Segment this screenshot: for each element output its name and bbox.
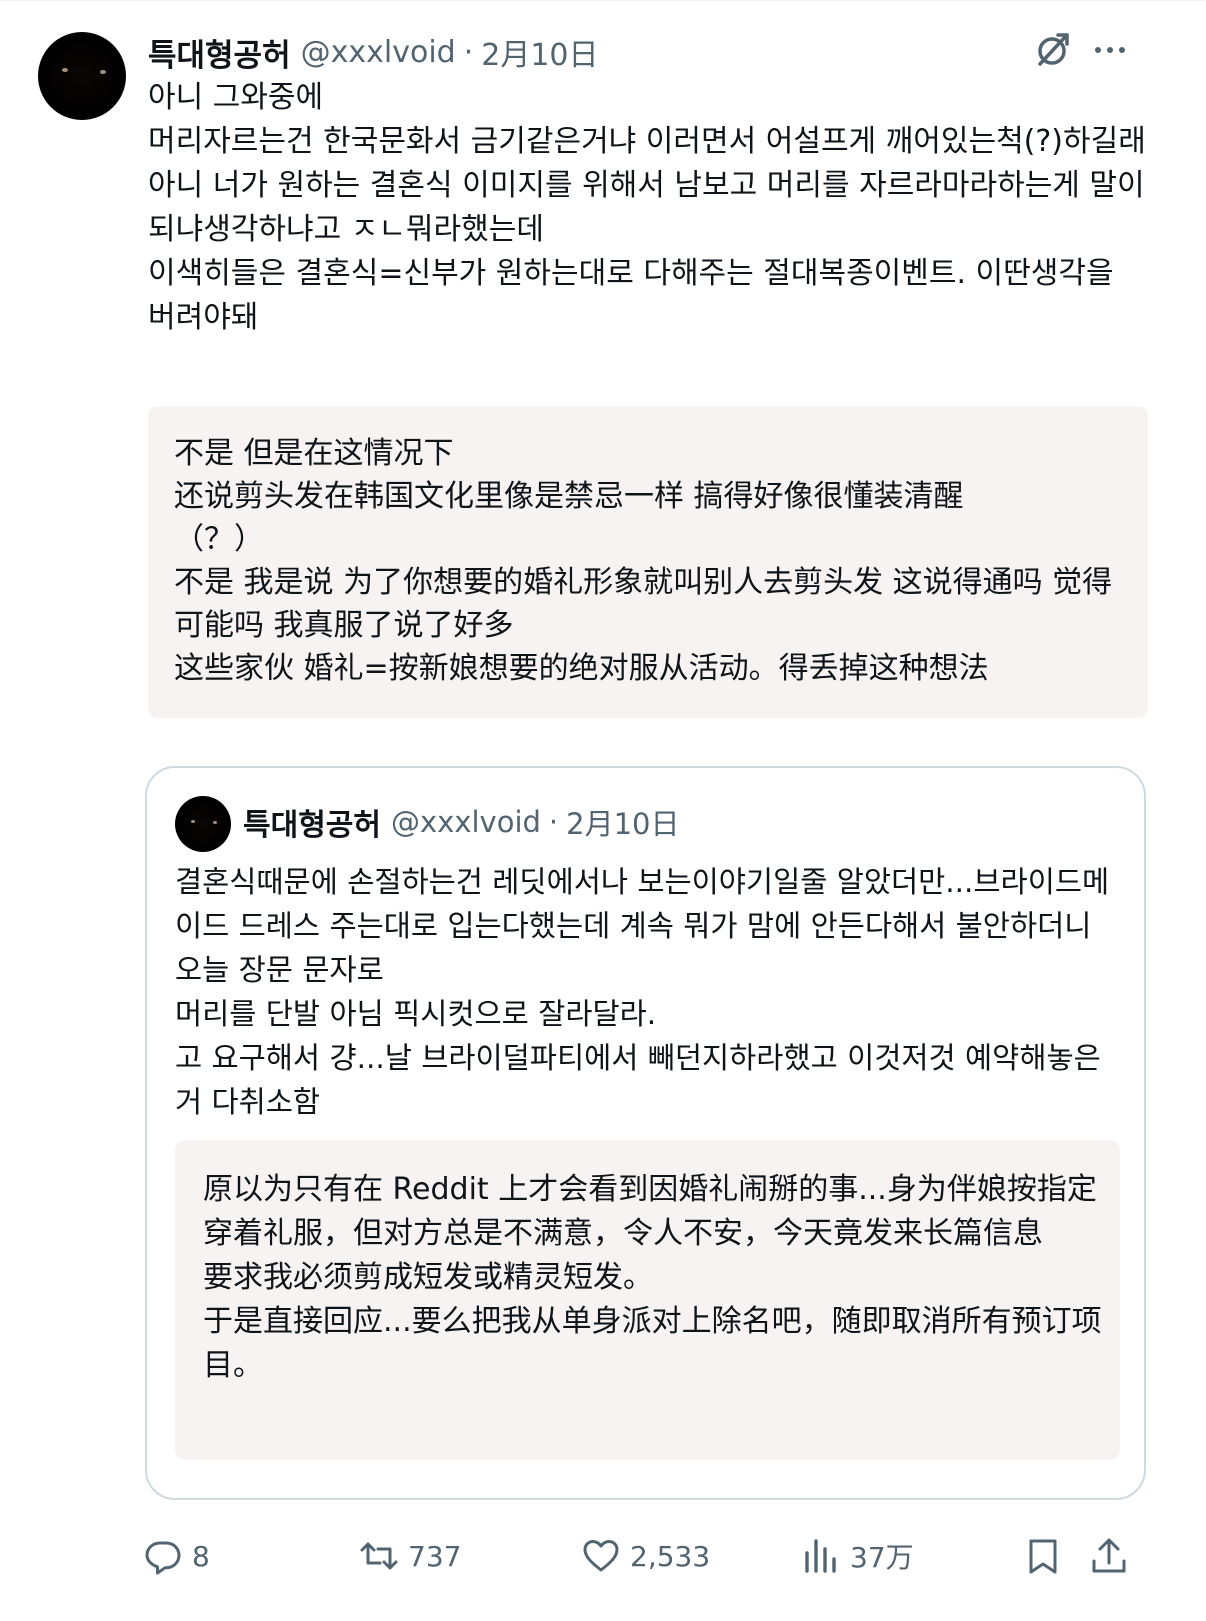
share-button[interactable] [1090,1534,1128,1578]
quoted-text: 결혼식때문에 손절하는건 레딧에서나 보는이야기일줄 알았더만...브라이드메이… [175,865,1110,1119]
author-name[interactable]: 특대형공허 [148,30,291,75]
avatar-eye [191,820,195,823]
like-icon [583,1540,619,1572]
action-bar: 8 737 2,533 37万 [0,1520,1206,1590]
author-handle[interactable]: @xxxlvoid [301,35,456,70]
quoted-translation-text: 原以为只有在 Reddit 上才会看到因婚礼闹掰的事...身为伴娘按指定穿着礼服… [203,1172,1102,1383]
views-count: 37万 [850,1541,914,1574]
views-icon [805,1539,836,1573]
share-icon [1092,1538,1126,1573]
retweet-count: 737 [408,1539,462,1573]
divider [0,0,1206,1]
avatar-eye [100,70,106,74]
quoted-tweet[interactable]: 특대형공허 @xxxlvoid · 2月10日 결혼식때문에 손절하는건 레딧에… [145,766,1146,1500]
reply-button[interactable]: 8 [144,1534,210,1578]
grok-icon[interactable] [1032,30,1072,70]
quoted-author-name[interactable]: 특대형공허 [243,800,381,844]
views-button[interactable]: 37万 [802,1534,914,1578]
quoted-translation-box: 原以为只有在 Reddit 上才会看到因婚礼闹掰的事...身为伴娘按指定穿着礼服… [175,1140,1120,1460]
quoted-handle[interactable]: @xxxlvoid [391,805,541,839]
separator-dot: · [463,34,474,70]
like-button[interactable]: 2,533 [582,1534,710,1578]
tweet[interactable]: 특대형공허 @xxxlvoid · 2月10日 아니 그와중에 머리자르는건 한… [0,0,1206,1621]
tweet-date[interactable]: 2月10日 [481,30,598,74]
translation-text: 不是 但是在这情况下 还说剪头发在韩国文化里像是禁忌一样 搞得好像很懂装清醒 （… [174,436,1113,686]
avatar-eye [213,821,217,824]
avatar[interactable] [38,32,126,120]
reply-count: 8 [192,1539,210,1573]
bookmark-icon [1029,1539,1057,1574]
quoted-date[interactable]: 2月10日 [566,801,679,843]
retweet-icon [360,1542,398,1570]
more-icon[interactable] [1092,32,1128,68]
quoted-header: 특대형공허 @xxxlvoid · 2月10日 [243,800,680,844]
separator-dot: · [548,805,559,839]
like-count: 2,533 [630,1539,711,1573]
quoted-avatar[interactable] [175,796,231,852]
tweet-header: 특대형공허 @xxxlvoid · 2月10日 [148,30,599,74]
avatar-eye [62,68,68,72]
bookmark-button[interactable] [1024,1534,1062,1578]
retweet-button[interactable]: 737 [360,1534,461,1578]
reply-icon [145,1541,181,1575]
translation-box: 不是 但是在这情况下 还说剪头发在韩国文化里像是禁忌一样 搞得好像很懂装清醒 （… [148,406,1148,718]
tweet-text: 아니 그와중에 머리자르는건 한국문화서 금기같은거냐 이러면서 어설프게 깨어… [148,80,1146,335]
